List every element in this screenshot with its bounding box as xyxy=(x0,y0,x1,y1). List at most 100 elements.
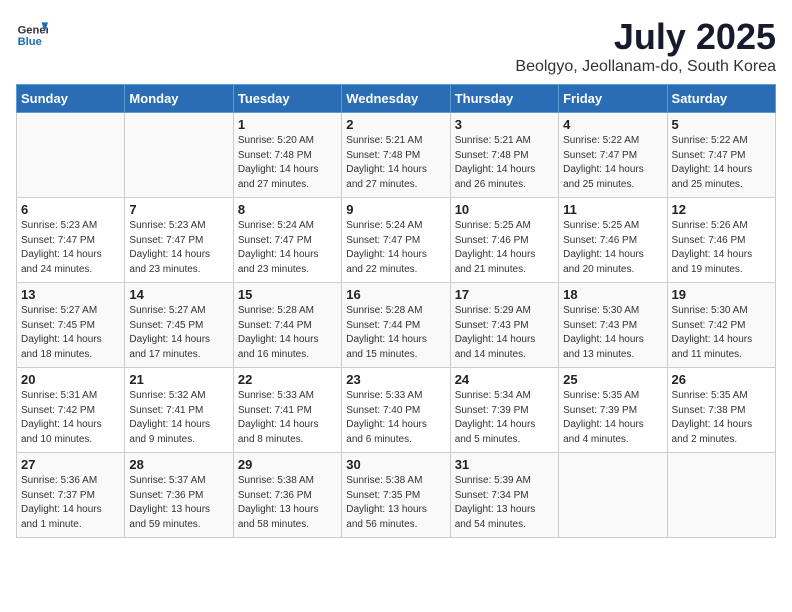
cell-info: Sunrise: 5:36 AM Sunset: 7:37 PM Dayligh… xyxy=(21,474,120,532)
cell-info: Sunrise: 5:38 AM Sunset: 7:36 PM Dayligh… xyxy=(238,474,337,532)
day-header-monday: Monday xyxy=(125,85,233,113)
calendar-week-5: 27 Sunrise: 5:36 AM Sunset: 7:37 PM Dayli… xyxy=(17,453,776,538)
day-number: 28 xyxy=(129,457,228,472)
calendar-cell: 28 Sunrise: 5:37 AM Sunset: 7:36 PM Dayli… xyxy=(125,453,233,538)
calendar-cell: 8Sunrise: 5:24 AM Sunset: 7:47 PM Daylig… xyxy=(233,198,341,283)
calendar-cell: 17 Sunrise: 5:29 AM Sunset: 7:43 PM Dayli… xyxy=(450,283,558,368)
cell-info: Sunrise: 5:25 AM Sunset: 7:46 PM Dayligh… xyxy=(455,219,554,277)
day-header-tuesday: Tuesday xyxy=(233,85,341,113)
main-title: July 2025 xyxy=(515,16,776,58)
calendar-cell xyxy=(667,453,775,538)
calendar-body: 1 Sunrise: 5:20 AM Sunset: 7:48 PM Daylig… xyxy=(17,113,776,538)
day-header-thursday: Thursday xyxy=(450,85,558,113)
cell-info: Sunrise: 5:28 AM Sunset: 7:44 PM Dayligh… xyxy=(238,304,337,362)
day-number: 11 xyxy=(563,202,662,217)
day-number: 6 xyxy=(21,202,120,217)
cell-info: Sunrise: 5:28 AM Sunset: 7:44 PM Dayligh… xyxy=(346,304,445,362)
calendar-cell: 15 Sunrise: 5:28 AM Sunset: 7:44 PM Dayli… xyxy=(233,283,341,368)
calendar-cell: 23 Sunrise: 5:33 AM Sunset: 7:40 PM Dayli… xyxy=(342,368,450,453)
day-number: 29 xyxy=(238,457,337,472)
cell-info: Sunrise: 5:23 AM Sunset: 7:47 PM Dayligh… xyxy=(129,219,228,277)
day-header-sunday: Sunday xyxy=(17,85,125,113)
calendar-cell: 29 Sunrise: 5:38 AM Sunset: 7:36 PM Dayli… xyxy=(233,453,341,538)
cell-info: Sunrise: 5:20 AM Sunset: 7:48 PM Dayligh… xyxy=(238,134,337,192)
calendar-cell xyxy=(125,113,233,198)
calendar-cell: 16Sunrise: 5:28 AM Sunset: 7:44 PM Dayli… xyxy=(342,283,450,368)
cell-info: Sunrise: 5:39 AM Sunset: 7:34 PM Dayligh… xyxy=(455,474,554,532)
calendar-cell: 10 Sunrise: 5:25 AM Sunset: 7:46 PM Dayli… xyxy=(450,198,558,283)
calendar-cell: 24Sunrise: 5:34 AM Sunset: 7:39 PM Dayli… xyxy=(450,368,558,453)
calendar-cell: 6 Sunrise: 5:23 AM Sunset: 7:47 PM Daylig… xyxy=(17,198,125,283)
cell-info: Sunrise: 5:21 AM Sunset: 7:48 PM Dayligh… xyxy=(346,134,445,192)
calendar-week-2: 6 Sunrise: 5:23 AM Sunset: 7:47 PM Daylig… xyxy=(17,198,776,283)
calendar-cell: 20 Sunrise: 5:31 AM Sunset: 7:42 PM Dayli… xyxy=(17,368,125,453)
calendar-cell xyxy=(17,113,125,198)
logo-icon: General Blue xyxy=(16,16,48,48)
day-number: 27 xyxy=(21,457,120,472)
calendar-cell: 7 Sunrise: 5:23 AM Sunset: 7:47 PM Daylig… xyxy=(125,198,233,283)
calendar-cell: 12Sunrise: 5:26 AM Sunset: 7:46 PM Dayli… xyxy=(667,198,775,283)
cell-info: Sunrise: 5:32 AM Sunset: 7:41 PM Dayligh… xyxy=(129,389,228,447)
header: General Blue July 2025 Beolgyo, Jeollana… xyxy=(16,16,776,76)
day-number: 10 xyxy=(455,202,554,217)
calendar-cell: 4Sunrise: 5:22 AM Sunset: 7:47 PM Daylig… xyxy=(559,113,667,198)
cell-info: Sunrise: 5:26 AM Sunset: 7:46 PM Dayligh… xyxy=(672,219,771,277)
day-number: 13 xyxy=(21,287,120,302)
day-number: 14 xyxy=(129,287,228,302)
day-header-wednesday: Wednesday xyxy=(342,85,450,113)
cell-info: Sunrise: 5:27 AM Sunset: 7:45 PM Dayligh… xyxy=(129,304,228,362)
cell-info: Sunrise: 5:31 AM Sunset: 7:42 PM Dayligh… xyxy=(21,389,120,447)
cell-info: Sunrise: 5:27 AM Sunset: 7:45 PM Dayligh… xyxy=(21,304,120,362)
day-number: 22 xyxy=(238,372,337,387)
calendar-cell: 11 Sunrise: 5:25 AM Sunset: 7:46 PM Dayli… xyxy=(559,198,667,283)
calendar-header-row: SundayMondayTuesdayWednesdayThursdayFrid… xyxy=(17,85,776,113)
calendar-cell: 9Sunrise: 5:24 AM Sunset: 7:47 PM Daylig… xyxy=(342,198,450,283)
day-number: 31 xyxy=(455,457,554,472)
day-header-saturday: Saturday xyxy=(667,85,775,113)
calendar-cell: 21 Sunrise: 5:32 AM Sunset: 7:41 PM Dayli… xyxy=(125,368,233,453)
day-number: 23 xyxy=(346,372,445,387)
subtitle: Beolgyo, Jeollanam-do, South Korea xyxy=(515,58,776,76)
cell-info: Sunrise: 5:35 AM Sunset: 7:38 PM Dayligh… xyxy=(672,389,771,447)
calendar-cell: 13 Sunrise: 5:27 AM Sunset: 7:45 PM Dayli… xyxy=(17,283,125,368)
cell-info: Sunrise: 5:34 AM Sunset: 7:39 PM Dayligh… xyxy=(455,389,554,447)
calendar-week-1: 1 Sunrise: 5:20 AM Sunset: 7:48 PM Daylig… xyxy=(17,113,776,198)
day-number: 17 xyxy=(455,287,554,302)
cell-info: Sunrise: 5:30 AM Sunset: 7:42 PM Dayligh… xyxy=(672,304,771,362)
cell-info: Sunrise: 5:33 AM Sunset: 7:41 PM Dayligh… xyxy=(238,389,337,447)
day-number: 7 xyxy=(129,202,228,217)
cell-info: Sunrise: 5:33 AM Sunset: 7:40 PM Dayligh… xyxy=(346,389,445,447)
day-number: 15 xyxy=(238,287,337,302)
calendar-cell: 2Sunrise: 5:21 AM Sunset: 7:48 PM Daylig… xyxy=(342,113,450,198)
day-number: 8 xyxy=(238,202,337,217)
cell-info: Sunrise: 5:37 AM Sunset: 7:36 PM Dayligh… xyxy=(129,474,228,532)
day-number: 21 xyxy=(129,372,228,387)
calendar-cell: 26 Sunrise: 5:35 AM Sunset: 7:38 PM Dayli… xyxy=(667,368,775,453)
day-header-friday: Friday xyxy=(559,85,667,113)
day-number: 26 xyxy=(672,372,771,387)
calendar-week-4: 20 Sunrise: 5:31 AM Sunset: 7:42 PM Dayli… xyxy=(17,368,776,453)
calendar-cell: 30 Sunrise: 5:38 AM Sunset: 7:35 PM Dayli… xyxy=(342,453,450,538)
cell-info: Sunrise: 5:22 AM Sunset: 7:47 PM Dayligh… xyxy=(672,134,771,192)
day-number: 30 xyxy=(346,457,445,472)
day-number: 5 xyxy=(672,117,771,132)
calendar-cell: 25Sunrise: 5:35 AM Sunset: 7:39 PM Dayli… xyxy=(559,368,667,453)
cell-info: Sunrise: 5:38 AM Sunset: 7:35 PM Dayligh… xyxy=(346,474,445,532)
day-number: 1 xyxy=(238,117,337,132)
logo: General Blue xyxy=(16,16,48,48)
cell-info: Sunrise: 5:23 AM Sunset: 7:47 PM Dayligh… xyxy=(21,219,120,277)
cell-info: Sunrise: 5:25 AM Sunset: 7:46 PM Dayligh… xyxy=(563,219,662,277)
title-area: July 2025 Beolgyo, Jeollanam-do, South K… xyxy=(515,16,776,76)
day-number: 4 xyxy=(563,117,662,132)
day-number: 19 xyxy=(672,287,771,302)
calendar-cell: 22 Sunrise: 5:33 AM Sunset: 7:41 PM Dayli… xyxy=(233,368,341,453)
calendar-cell: 27 Sunrise: 5:36 AM Sunset: 7:37 PM Dayli… xyxy=(17,453,125,538)
calendar-cell: 14 Sunrise: 5:27 AM Sunset: 7:45 PM Dayli… xyxy=(125,283,233,368)
calendar-cell: 18Sunrise: 5:30 AM Sunset: 7:43 PM Dayli… xyxy=(559,283,667,368)
day-number: 18 xyxy=(563,287,662,302)
day-number: 9 xyxy=(346,202,445,217)
day-number: 20 xyxy=(21,372,120,387)
day-number: 3 xyxy=(455,117,554,132)
cell-info: Sunrise: 5:29 AM Sunset: 7:43 PM Dayligh… xyxy=(455,304,554,362)
cell-info: Sunrise: 5:21 AM Sunset: 7:48 PM Dayligh… xyxy=(455,134,554,192)
